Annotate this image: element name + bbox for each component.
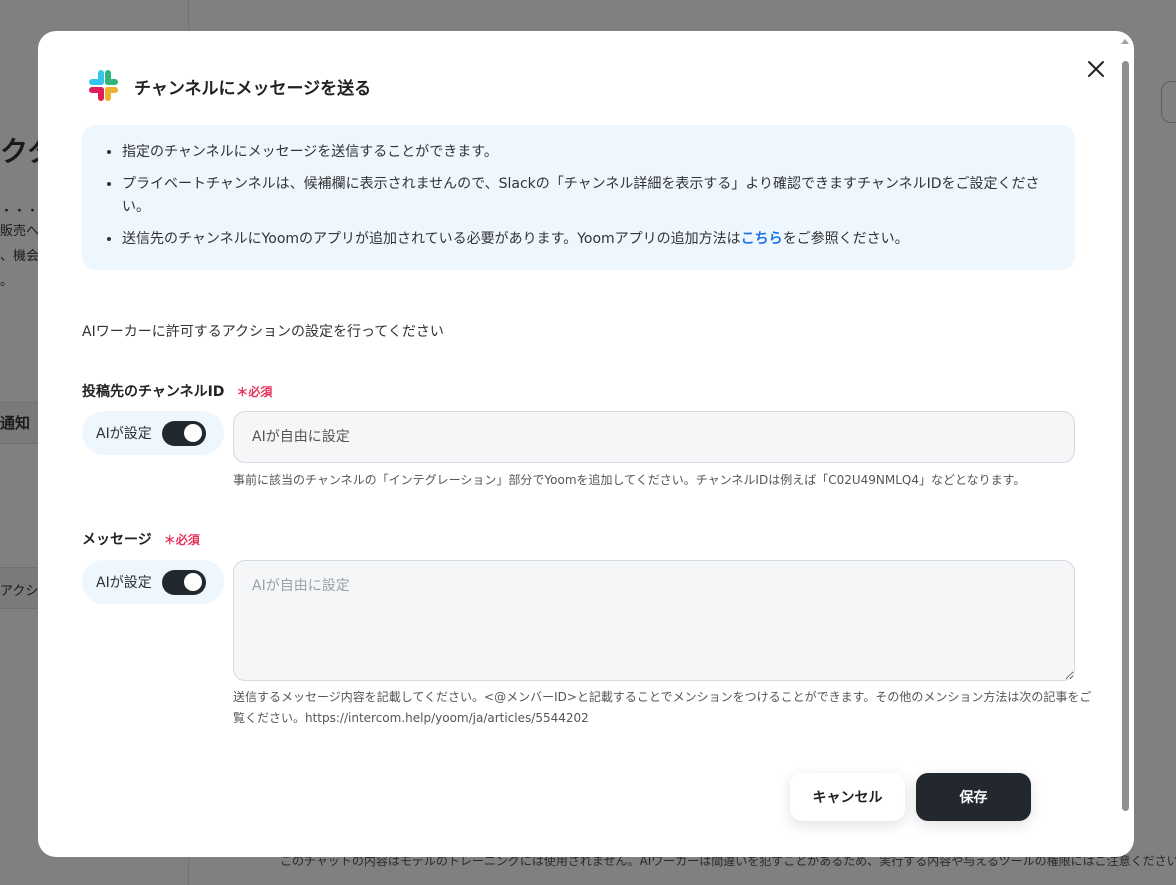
info-item: プライベートチャンネルは、候補欄に表示されませんので、Slackの「チャンネル詳… [122,173,1055,219]
bg-text-fragment: 販売へ [0,224,40,239]
field-label-message: メッセージ ＊必須 [82,529,200,549]
ai-setting-toggle-group: AIが設定 [82,560,224,604]
info-box: 指定のチャンネルにメッセージを送信することができます。 プライベートチャンネルは… [82,125,1075,270]
channel-id-input[interactable] [233,411,1075,463]
scrollbar[interactable] [1120,37,1130,849]
save-button[interactable]: 保存 [916,773,1031,821]
channel-id-help: 事前に該当のチャンネルの「インテグレーション」部分でYoomを追加してください。… [233,473,1026,487]
bg-text-fragment: 、機会 [0,249,40,264]
ai-setting-label: AIが設定 [96,426,152,442]
info-item: 送信先のチャンネルにYoomのアプリが追加されている必要があります。Yoomアプ… [122,228,1055,251]
slack-logo-icon [86,69,120,103]
required-badge: ＊必須 [163,532,200,547]
ai-setting-toggle[interactable] [161,569,206,595]
info-text: 送信先のチャンネルにYoomのアプリが追加されている必要があります。Yoomアプ… [122,231,741,247]
message-help: 送信するメッセージ内容を記載してください。<@メンバーID>と記載することでメン… [233,690,1092,725]
scrollbar-thumb[interactable] [1122,61,1129,811]
ai-setting-label: AIが設定 [96,575,152,591]
bg-text-fragment: 。 [0,274,14,289]
field-label-channel-id: 投稿先のチャンネルID ＊必須 [82,381,272,401]
ai-setting-toggle[interactable] [161,420,206,446]
intro-text: AIワーカーに許可するアクションの設定を行ってください [82,324,444,340]
send-message-dialog: チャンネルにメッセージを送る 指定のチャンネルにメッセージを送信することができま… [38,31,1134,857]
message-textarea[interactable] [233,560,1075,681]
dialog-header: チャンネルにメッセージを送る [86,69,371,103]
close-icon[interactable] [1086,59,1106,79]
required-badge: ＊必須 [236,384,273,399]
info-item: 指定のチャンネルにメッセージを送信することができます。 [122,141,1055,164]
bg-text-fragment: 通知 [0,414,31,432]
cancel-button[interactable]: キャンセル [790,773,905,821]
bg-button [1161,81,1176,123]
field-label-text: 投稿先のチャンネルID [82,384,225,400]
bg-text-fragment: ・・・ [0,204,40,219]
scroll-up-arrow-icon[interactable] [1121,39,1129,44]
dialog-title: チャンネルにメッセージを送る [134,78,372,99]
field-label-text: メッセージ [82,532,152,548]
info-text: をご参照ください。 [782,231,909,247]
ai-setting-toggle-group: AIが設定 [82,411,224,455]
help-link[interactable]: こちら [741,231,783,247]
